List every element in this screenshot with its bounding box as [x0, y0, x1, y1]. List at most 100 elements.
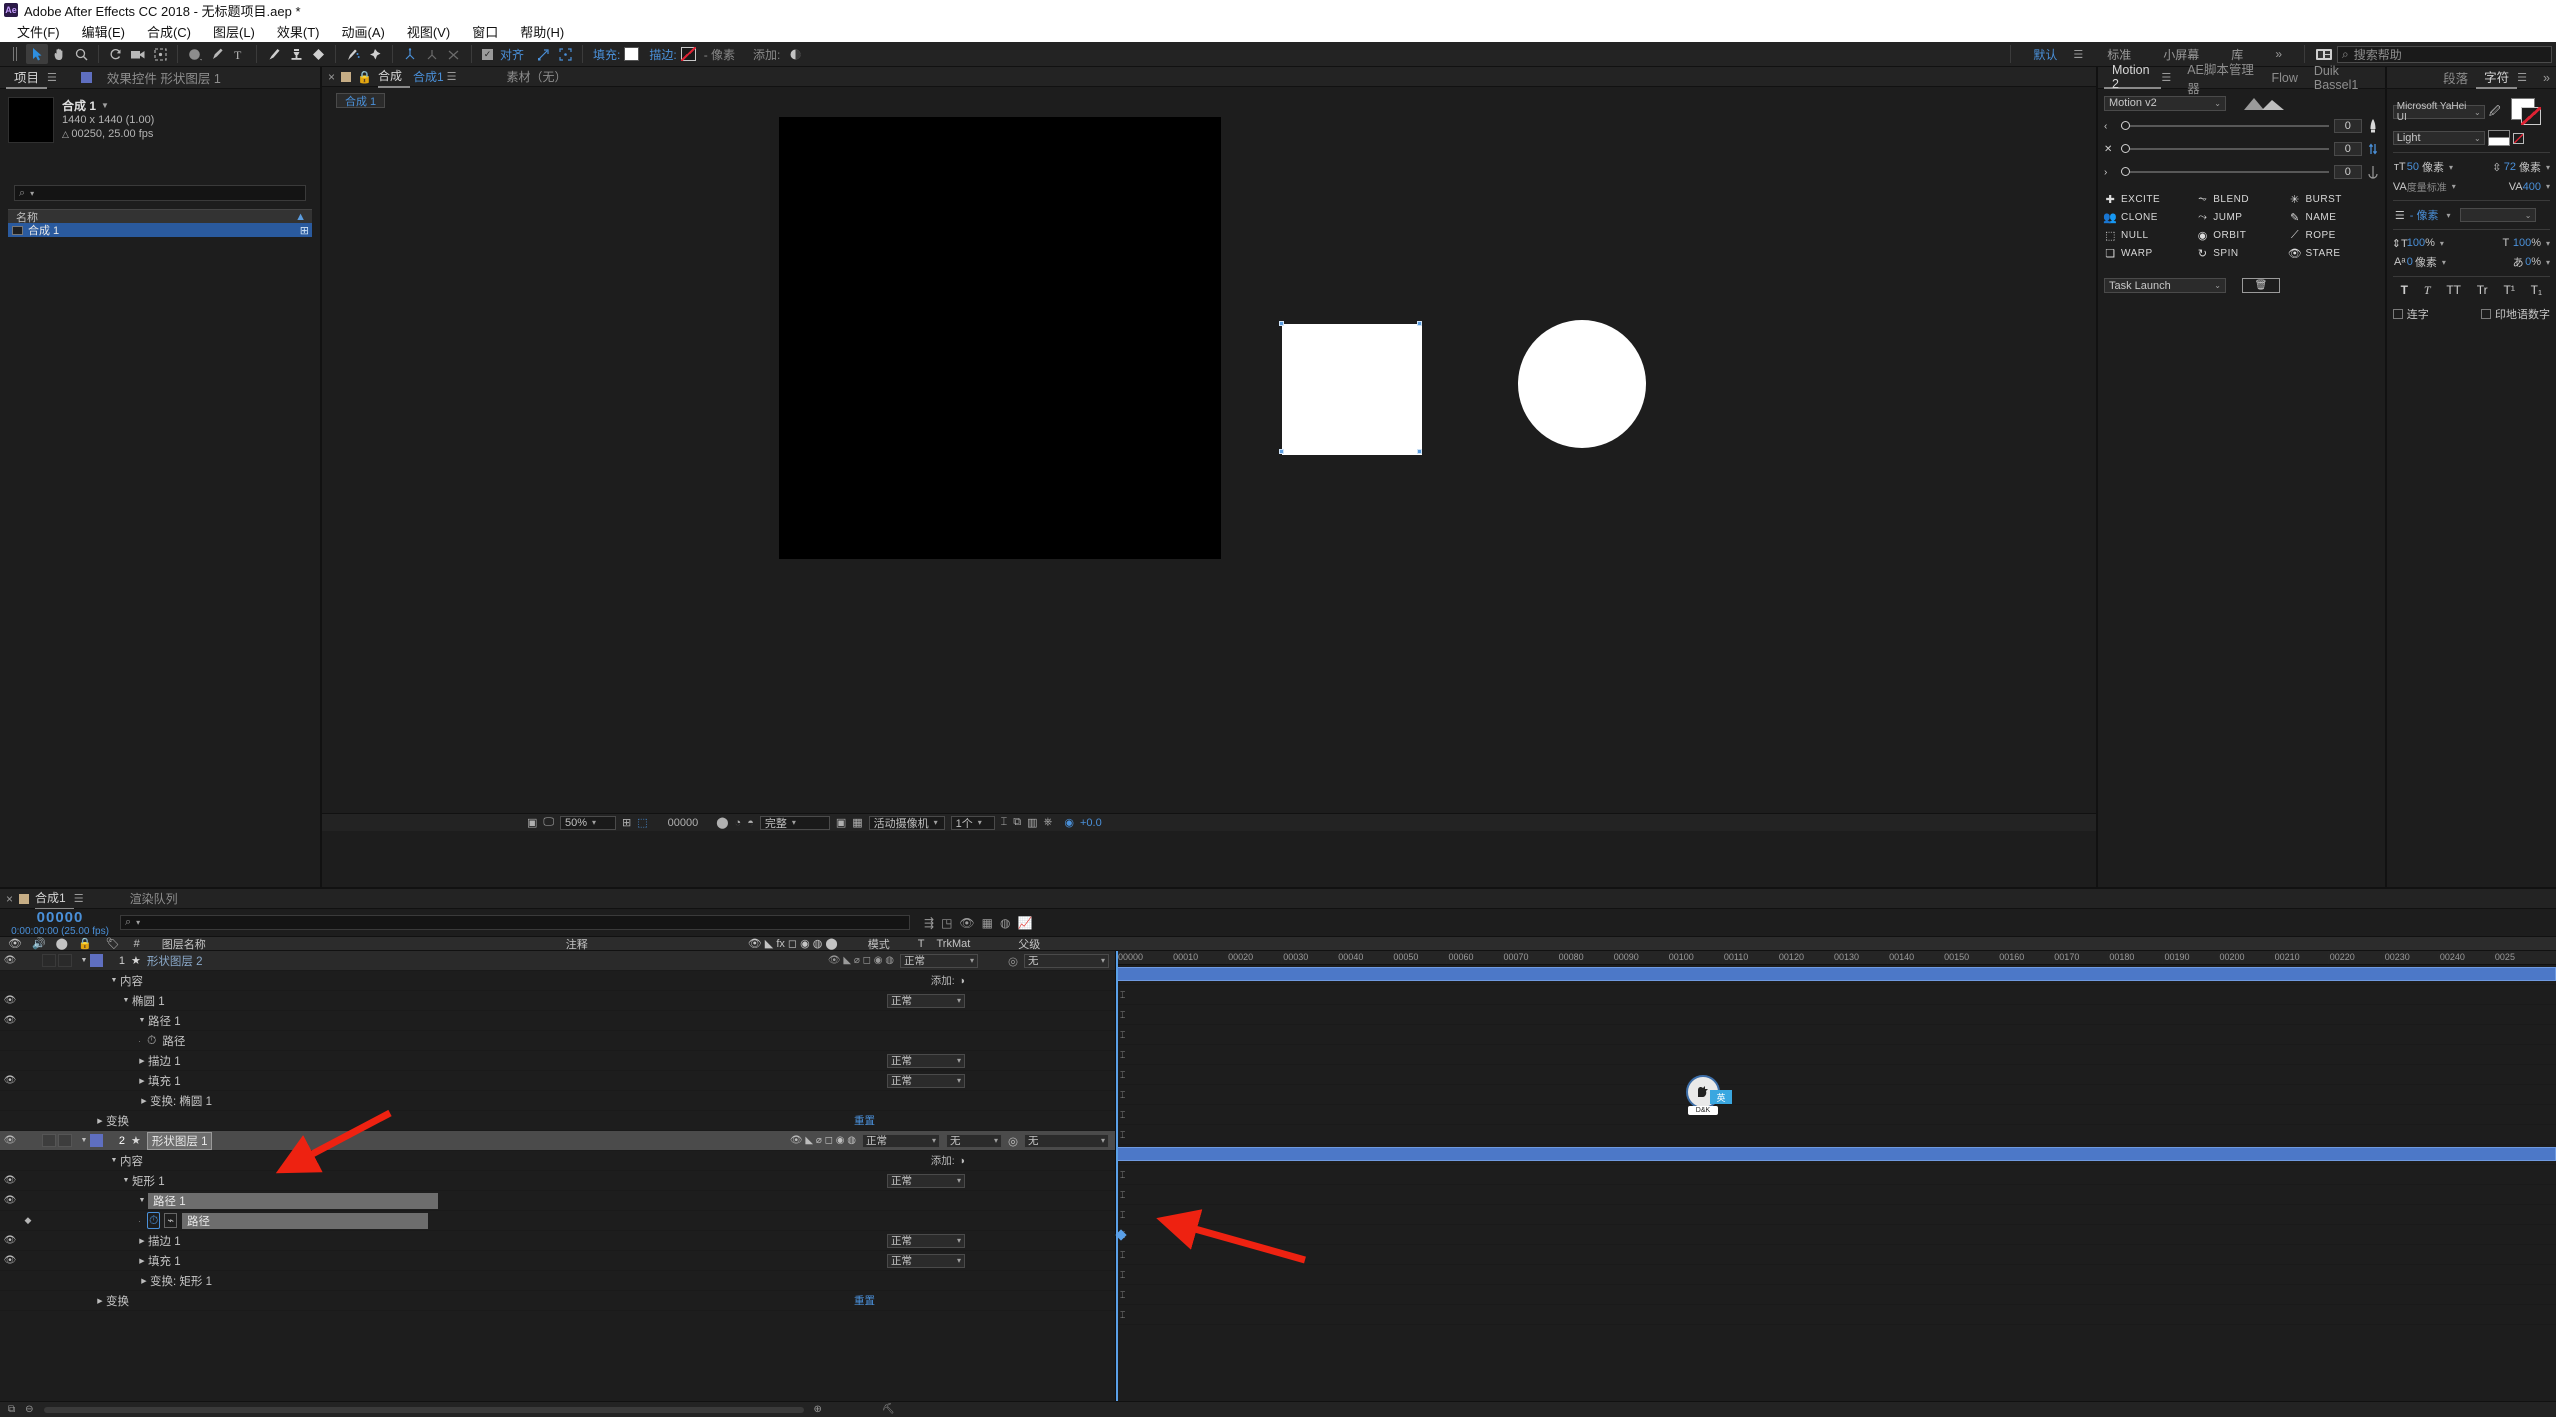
mountains-icon[interactable]: [2242, 95, 2288, 111]
add-group-icon[interactable]: ◑: [959, 1155, 965, 1167]
timeline-zoom-out-icon[interactable]: ⊖: [25, 1404, 33, 1415]
pen-tool-icon[interactable]: [206, 44, 228, 64]
hand-tool-icon[interactable]: [48, 44, 70, 64]
timeline-tracks[interactable]: ⌶⌶⌶⌶⌶⌶⌶⌶⌶⌶⌶⌶⌶⌶⌶⌶: [1116, 965, 2556, 1401]
group-name[interactable]: 变换: 矩形 1: [150, 1273, 212, 1289]
comp-flowchart-icon[interactable]: ⊞: [300, 224, 309, 237]
parent-pickwhip-icon[interactable]: ◎: [1008, 954, 1018, 968]
composition-canvas[interactable]: [779, 117, 1221, 559]
group-name[interactable]: 变换: 椭圆 1: [150, 1093, 212, 1109]
transform-name[interactable]: 变换: [106, 1113, 129, 1129]
current-timecode[interactable]: 00000 0:00:00:00 (25.00 fps): [0, 909, 120, 937]
rocket-icon[interactable]: [2367, 118, 2379, 134]
snapshot-icon[interactable]: ⬤: [716, 816, 728, 829]
show-snapshot-icon[interactable]: ◔: [735, 817, 742, 829]
composition-breadcrumb-button[interactable]: 合成 1: [336, 93, 385, 108]
timeline-track-row[interactable]: ⌶: [1116, 1005, 2556, 1025]
font-size-control[interactable]: ᴛT 50 像素 ▾: [2393, 159, 2453, 175]
layer-label-color[interactable]: [90, 954, 103, 967]
eraser-tool-icon[interactable]: [307, 44, 329, 64]
motion-button-jump[interactable]: ⤳JUMP: [2196, 210, 2286, 224]
group-visibility-icon[interactable]: 👁: [0, 995, 20, 1006]
layer-mode-select[interactable]: 正常▾: [900, 954, 978, 968]
composition-mini-flowchart-icon[interactable]: ⇶: [924, 916, 934, 930]
motion-button-name[interactable]: ✎NAME: [2289, 210, 2379, 224]
column-layer-name[interactable]: 图层名称: [162, 936, 206, 952]
vertical-scale-control[interactable]: ⇕T 100 % ▾: [2393, 236, 2444, 250]
motion-slider-1-value[interactable]: 0: [2334, 119, 2362, 133]
parent-pickwhip-icon[interactable]: ◎: [1008, 1134, 1018, 1148]
motion-slider-3-value[interactable]: 0: [2334, 165, 2362, 179]
motion-slider-row-1[interactable]: ‹ 0: [2104, 118, 2379, 134]
axis-local-icon[interactable]: [399, 44, 421, 64]
renderer-icon[interactable]: ⎈: [1044, 816, 1053, 829]
italic-button[interactable]: T: [2424, 283, 2431, 298]
tab-flow[interactable]: Flow: [2263, 67, 2305, 89]
table-row[interactable]: 👁 ▶ 描边 1 正常▾: [0, 1231, 1115, 1251]
transform-expand-triangle[interactable]: ▶: [94, 1297, 106, 1305]
table-row[interactable]: ▶ 变换: 矩形 1: [0, 1271, 1115, 1291]
table-row[interactable]: ▶ 描边 1 正常▾: [0, 1051, 1115, 1071]
font-style-select[interactable]: Light⌄: [2393, 131, 2485, 145]
motion-slider-row-3[interactable]: › 0: [2104, 164, 2379, 180]
table-row[interactable]: 👁 ▼ 路径 1: [0, 1011, 1115, 1031]
tab-ae-script-manager[interactable]: AE脚本管理器: [2179, 67, 2263, 89]
selection-handle-tl[interactable]: [1279, 321, 1284, 326]
no-fill-swatch[interactable]: [2513, 133, 2524, 144]
all-caps-button[interactable]: TT: [2446, 283, 2461, 298]
view-layout-select[interactable]: 1个▾: [951, 816, 995, 830]
stopwatch-icon[interactable]: ⏱: [147, 1212, 160, 1229]
project-panel-menu-icon[interactable]: ☰: [47, 71, 57, 84]
timeline-track-row[interactable]: ⌶: [1116, 985, 2556, 1005]
motion-button-spin[interactable]: ↻SPIN: [2196, 246, 2286, 260]
group-expand-triangle[interactable]: ▶: [136, 1077, 148, 1085]
trash-button[interactable]: 🗑: [2242, 278, 2280, 293]
baseline-shift-control[interactable]: Aᵃ 0 像素 ▾: [2393, 254, 2446, 270]
tsume-control[interactable]: あ 0 % ▾: [2511, 255, 2550, 269]
transparency-grid-icon[interactable]: ▦: [852, 816, 862, 829]
stroke-order-select[interactable]: ⌄: [2460, 208, 2536, 222]
menu-item-effect[interactable]: 效果(T): [266, 22, 331, 41]
group-name[interactable]: 内容: [120, 973, 143, 989]
superscript-button[interactable]: T¹: [2504, 283, 2515, 298]
table-row[interactable]: 👁 ▼ 矩形 1 正常▾: [0, 1171, 1115, 1191]
table-row[interactable]: ▶ 变换 重置: [0, 1291, 1115, 1311]
hindi-digits-checkbox[interactable]: 印地语数字: [2481, 306, 2550, 322]
timeline-track-row[interactable]: [1116, 965, 2556, 985]
graph-editor-toggle-icon[interactable]: ⌁: [164, 1213, 177, 1228]
table-row[interactable]: ▼ 内容 添加: ◑: [0, 971, 1115, 991]
transform-reset-link[interactable]: 重置: [854, 1113, 875, 1128]
menu-item-window[interactable]: 窗口: [461, 22, 509, 41]
group-expand-triangle[interactable]: ▼: [120, 997, 132, 1004]
selection-tool-icon[interactable]: [26, 44, 48, 64]
close-icon[interactable]: ×: [6, 892, 13, 906]
table-row[interactable]: ▼ 内容 添加: ◑: [0, 1151, 1115, 1171]
duik-ime-tag[interactable]: 英: [1710, 1090, 1732, 1104]
exposure-icon[interactable]: ◉: [1064, 816, 1074, 829]
tab-render-queue[interactable]: 渲染队列: [122, 888, 186, 910]
text-tool-icon[interactable]: T: [228, 44, 250, 64]
motion-slider-3[interactable]: [2121, 171, 2329, 173]
layer-name[interactable]: 形状图层 1: [147, 1132, 213, 1150]
timeline-track-row[interactable]: ⌶: [1116, 1065, 2556, 1085]
timeline-track-row[interactable]: ⌶: [1116, 1285, 2556, 1305]
motion-button-clone[interactable]: 👥CLONE: [2104, 210, 2194, 224]
viewer-timecode[interactable]: 00000: [668, 817, 699, 829]
group-name[interactable]: 填充 1: [148, 1253, 181, 1269]
horizontal-scale-control[interactable]: T 100 % ▾: [2499, 236, 2550, 250]
tracking-control[interactable]: VA 400 ▾: [2509, 180, 2550, 194]
tab-composition-name[interactable]: 合成1: [410, 66, 447, 88]
motion-button-orbit[interactable]: ◉ORBIT: [2196, 228, 2286, 242]
playhead[interactable]: [1116, 951, 1118, 1401]
workspace-default[interactable]: 默认: [2017, 46, 2073, 63]
stroke-width-value[interactable]: - 像素: [704, 46, 735, 63]
group-expand-triangle[interactable]: ▶: [138, 1097, 150, 1105]
timeline-track-row[interactable]: ⌶: [1116, 1165, 2556, 1185]
motion-button-null[interactable]: ⬚NULL: [2104, 228, 2194, 242]
toggle-switches-modes-icon[interactable]: ⧉: [8, 1404, 15, 1415]
small-caps-button[interactable]: Tr: [2477, 283, 2488, 298]
frame-blending-icon[interactable]: ▦: [982, 916, 993, 930]
group-expand-triangle[interactable]: ▼: [108, 1157, 120, 1164]
menu-item-composition[interactable]: 合成(C): [136, 22, 202, 41]
motion-slider-2-value[interactable]: 0: [2334, 142, 2362, 156]
